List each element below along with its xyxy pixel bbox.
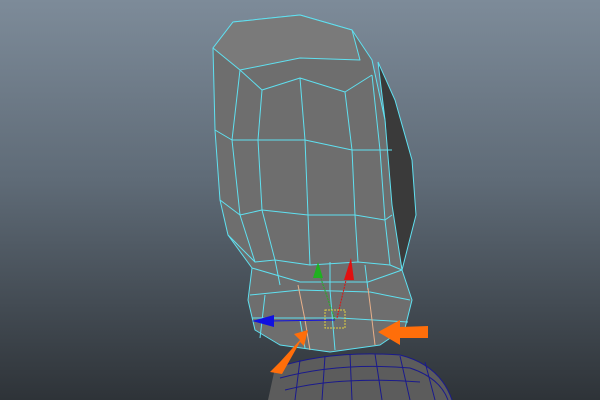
lower-mesh[interactable] (268, 353, 453, 400)
maya-3d-viewport[interactable] (0, 0, 600, 400)
viewport-scene (212, 14, 453, 400)
selected-mesh[interactable] (212, 14, 413, 353)
